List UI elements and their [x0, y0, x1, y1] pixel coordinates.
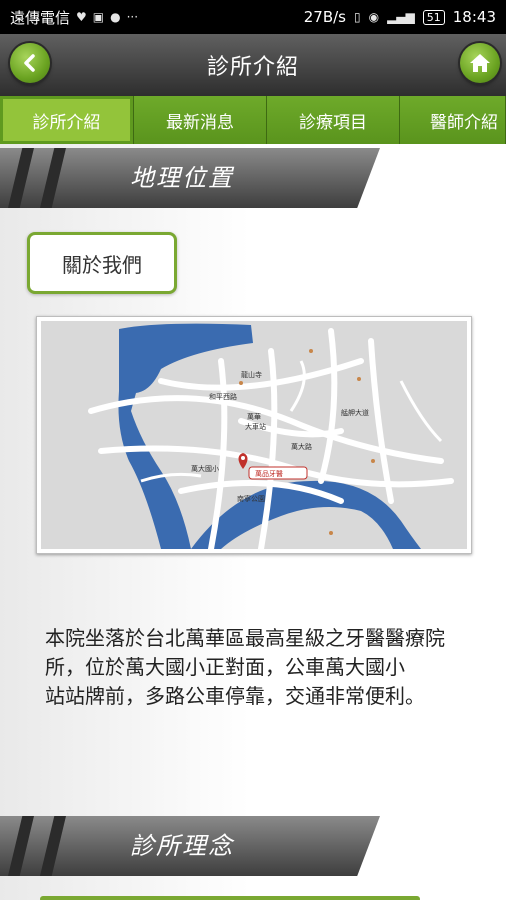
tab-clinic-intro[interactable]: 診所介紹 [0, 96, 134, 144]
battery-icon: 51 [422, 9, 445, 25]
map-label: 萬大路 [291, 442, 312, 451]
signal-icon: ▂▄▆ [387, 10, 415, 24]
map-label: 萬大國小 [191, 464, 219, 473]
status-bar: 遠傳電信 ♥ ▣ ● ··· 27B/s ▯ ◉ ▂▄▆ 51 18:43 [0, 0, 506, 34]
home-icon [470, 54, 490, 72]
home-button[interactable] [460, 43, 500, 83]
tab-services[interactable]: 診療項目 [267, 96, 400, 144]
content-area: 地理位置 關於我們 龍山寺 萬華 大車站 和平西路 萬大國小 南寧公園 萬大路 … [0, 144, 506, 900]
back-button[interactable] [10, 43, 50, 83]
eye-icon: ◉ [368, 10, 380, 24]
section-banner-location: 地理位置 [0, 148, 390, 208]
clinic-location-description: 本院坐落於台北萬華區最高星級之牙醫醫療院所，位於萬大國小正對面，公車萬大國小 站… [45, 626, 445, 708]
vibrate-icon: ▯ [353, 10, 361, 24]
map-marker-label: 萬品牙醫 [255, 469, 283, 478]
chevron-left-icon [24, 54, 35, 72]
heart-icon: ♥ [76, 10, 87, 24]
tab-bar: 診所介紹 最新消息 診療項目 醫師介紹 [0, 96, 506, 144]
map-label: 大車站 [245, 422, 266, 431]
message-icon: ● [110, 10, 121, 24]
map-label: 和平西路 [209, 392, 237, 401]
clock: 18:43 [452, 8, 496, 26]
more-icon: ··· [126, 10, 139, 24]
about-us-label: 關於我們 [62, 252, 142, 277]
tab-label: 診所介紹 [32, 112, 101, 133]
page-title: 診所介紹 [206, 55, 299, 80]
section-title: 診所理念 [130, 832, 234, 860]
map-label: 萬華 [247, 412, 261, 421]
section-title: 地理位置 [130, 164, 234, 192]
carrier-label: 遠傳電信 [10, 8, 71, 27]
tab-label: 診療項目 [299, 112, 367, 133]
next-button-edge[interactable] [40, 896, 420, 900]
section-banner-philosophy: 診所理念 [0, 816, 390, 876]
map-label: 艋舺大道 [341, 408, 369, 417]
map-graphic: 龍山寺 萬華 大車站 和平西路 萬大國小 南寧公園 萬大路 艋舺大道 萬品牙醫 [41, 321, 467, 549]
notification-icon: ▣ [92, 10, 105, 24]
app-header: 診所介紹 [0, 34, 506, 96]
tab-label: 最新消息 [166, 112, 234, 133]
tab-doctors[interactable]: 醫師介紹 [400, 96, 506, 144]
about-us-button[interactable]: 關於我們 [27, 232, 177, 294]
network-speed: 27B/s [303, 8, 346, 26]
tab-label: 醫師介紹 [430, 112, 498, 133]
location-map[interactable]: 龍山寺 萬華 大車站 和平西路 萬大國小 南寧公園 萬大路 艋舺大道 萬品牙醫 [36, 316, 472, 554]
tab-news[interactable]: 最新消息 [134, 96, 267, 144]
map-label: 龍山寺 [241, 370, 262, 379]
map-label: 南寧公園 [237, 494, 265, 503]
